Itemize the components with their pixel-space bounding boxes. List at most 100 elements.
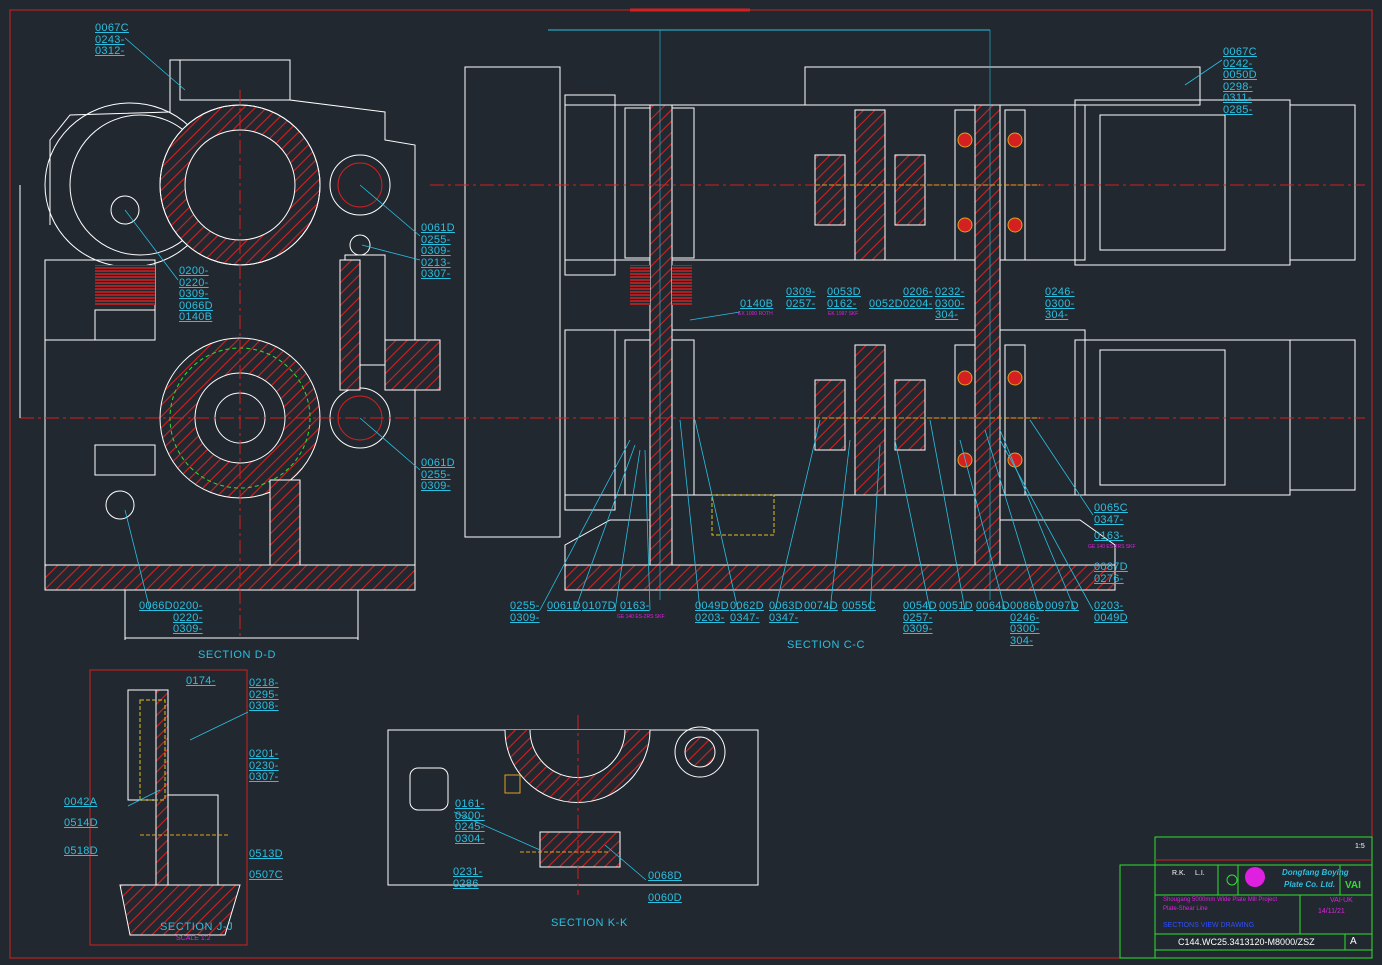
part-number: 304-	[1010, 634, 1034, 647]
part-label-group: 0086D 0246- 0300- 304-	[1010, 600, 1044, 647]
section-cc-title: SECTION C-C	[787, 639, 866, 651]
drawn-by: R.K.	[1172, 870, 1186, 877]
vendor: VAI-UK	[1330, 897, 1353, 904]
part-label-group: 0507C	[249, 869, 283, 882]
part-label-group: 0067C 0242- 0050D 0298- 0311- 0285-	[1223, 46, 1257, 117]
part-number: 0061D	[421, 222, 455, 234]
part-number: 0276-	[1094, 572, 1124, 585]
part-label-group: 0163-	[620, 600, 650, 613]
part-label-group: 0309- 0257-	[786, 286, 816, 310]
part-number: 0257-	[786, 297, 816, 310]
company-name-2: Plate Co. Ltd.	[1284, 880, 1336, 889]
part-number: 0285-	[1223, 103, 1253, 116]
part-number: 0518D	[64, 845, 98, 857]
bearing-note: GE 140 ES-2RS SKF	[617, 614, 665, 620]
part-number: 0309-	[173, 623, 203, 636]
section-kk-title: SECTION K-K	[551, 917, 628, 929]
part-number: 0200-	[173, 600, 203, 612]
part-number: 0309-	[421, 480, 451, 493]
part-number: 0054D	[903, 600, 937, 612]
vai-logo: VAI	[1345, 880, 1361, 891]
part-label-group: 0518D	[64, 845, 98, 858]
part-number: 0049D	[1094, 611, 1128, 624]
part-number: 0163-	[1094, 530, 1124, 542]
part-number: 0060D	[648, 892, 682, 904]
drawing-number: C144.WC25.3413120-M8000/ZSZ	[1178, 937, 1315, 947]
checked-by: L.I.	[1195, 870, 1205, 877]
part-number: 0204-	[903, 297, 933, 310]
part-number: 0203-	[695, 611, 725, 624]
part-number: 0304-	[455, 832, 485, 845]
part-number: 0218-	[249, 677, 279, 689]
section-jj-scale: SCALE 1:2	[176, 935, 211, 942]
part-label-group: 0255- 0309-	[510, 600, 540, 624]
part-label-group: 0203- 0049D	[1094, 600, 1128, 624]
part-number: 0061D	[547, 600, 581, 612]
project-subtitle: Plate-Shear Line	[1163, 906, 1208, 912]
part-label-group: 0514D	[64, 817, 98, 830]
part-label-group: 0065C 0347-	[1094, 502, 1128, 526]
part-label-group: 0066D	[139, 600, 173, 613]
part-number: 0347-	[769, 611, 799, 624]
part-label-group: 0206- 0204-	[903, 286, 933, 310]
part-number: 0507C	[249, 869, 283, 881]
part-label-group: 0218- 0295- 0308-	[249, 677, 279, 713]
section-dd-title: SECTION D-D	[198, 649, 277, 661]
bearing-note: EX 1000 ROTH	[738, 311, 773, 317]
cad-drawing	[9, 8, 1373, 959]
part-number: 0309-	[510, 611, 540, 624]
part-label-group: 0064D	[976, 600, 1010, 613]
part-number: 0049D	[695, 600, 729, 612]
part-number: 0203-	[1094, 600, 1124, 612]
part-label-group: 0061D	[547, 600, 581, 613]
part-number: 0163-	[620, 600, 650, 612]
part-number: 0286	[453, 877, 479, 890]
part-label-group: 0200- 0220- 0309- 0066D 0140B	[179, 265, 213, 324]
part-number: 0051D	[939, 600, 973, 612]
part-number: 0206-	[903, 286, 933, 298]
drawing-title: SECTIONS VIEW DRAWING	[1163, 922, 1255, 929]
project-name: Shougang 5000mm Wide Plate Mill Project	[1163, 897, 1278, 903]
part-label-group: 0201- 0230- 0307-	[249, 748, 279, 784]
part-number: 0055C	[842, 600, 876, 612]
part-label-group: 0051D	[939, 600, 973, 613]
bearing-note: EK 1997 SKF	[828, 311, 859, 317]
part-number: 0309-	[903, 623, 933, 636]
part-label-group: 0097D	[1045, 600, 1079, 613]
part-number: 0200-	[179, 265, 209, 277]
part-number: 0067C	[95, 22, 129, 34]
part-number: 0308-	[249, 700, 279, 713]
part-label-group: 0061D 0255- 0309- 0213- 0307-	[421, 222, 455, 281]
part-label-group: 0060D	[648, 892, 682, 905]
part-number: 0161-	[455, 798, 485, 810]
part-label-group: 0062D 0347-	[730, 600, 764, 624]
section-dd-view	[19, 59, 441, 640]
revision: A	[1350, 936, 1357, 947]
part-number: 0053D	[827, 286, 861, 298]
part-number: 0140B	[740, 298, 774, 310]
part-label-group: 0054D 0257- 0309-	[903, 600, 937, 636]
part-label-group: 0246- 0300- 304-	[1045, 286, 1075, 322]
section-kk-view	[387, 715, 759, 895]
part-number: 0052D	[869, 298, 903, 310]
company-name: Dongfang Boying	[1282, 868, 1349, 877]
part-label-group: 0163-	[1094, 530, 1124, 543]
part-number: 0063D	[769, 600, 803, 612]
part-number: 0513D	[249, 848, 283, 860]
part-label-group: 0063D 0347-	[769, 600, 803, 624]
part-number: 0255-	[510, 600, 540, 612]
part-number: 0062D	[730, 600, 764, 612]
part-label-group: 0107D	[582, 600, 616, 613]
part-label-group: 0087D 0276-	[1094, 561, 1128, 585]
part-number: 0067C	[1223, 46, 1257, 58]
part-number: 0087D	[1094, 561, 1128, 573]
part-label-group: 0200- 0220- 0309-	[173, 600, 203, 636]
part-label-group: 0053D 0162-	[827, 286, 861, 310]
part-number: 304-	[935, 309, 959, 322]
part-number: 0347-	[730, 611, 760, 624]
part-label-group: 0174-	[186, 675, 216, 688]
part-number: 0140B	[179, 311, 213, 324]
part-number: 0068D	[648, 870, 682, 882]
part-label-group: 0042A	[64, 796, 97, 809]
part-number: 0307-	[421, 268, 451, 281]
